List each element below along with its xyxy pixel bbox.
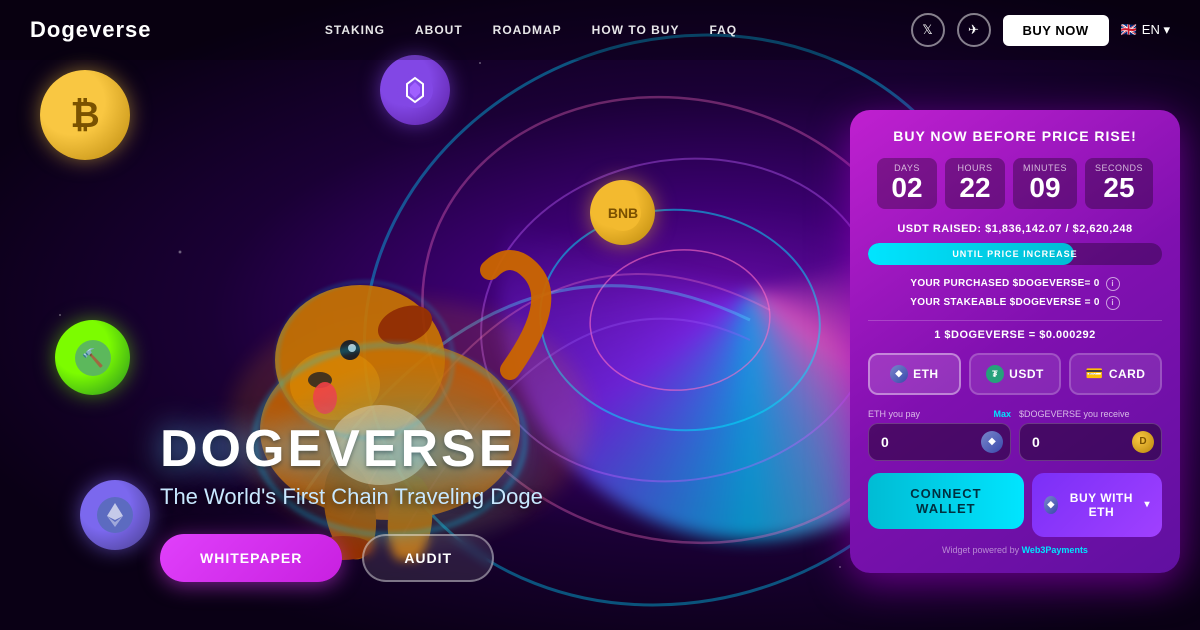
navbar: Dogeverse STAKING ABOUT ROADMAP HOW TO B…	[0, 0, 1200, 60]
minutes-value: 09	[1023, 173, 1067, 204]
flag-icon: 🇬🇧	[1121, 22, 1137, 38]
eth-currency-icon: ◆	[981, 431, 1003, 453]
eth-input-wrapper: ◆	[868, 423, 1011, 461]
buy-eth-icon: ◆	[1044, 496, 1058, 514]
audit-button[interactable]: AUDIT	[362, 534, 494, 582]
seconds-value: 25	[1095, 173, 1143, 204]
card-pay-button[interactable]: 💳 CARD	[1069, 353, 1162, 395]
hero-content: DOGEVERSE The World's First Chain Travel…	[160, 419, 543, 510]
divider	[868, 320, 1162, 321]
buy-now-nav-button[interactable]: BUY NOW	[1003, 15, 1109, 46]
price-row: 1 $DOGEVERSE = $0.000292	[868, 329, 1162, 341]
eth-pay-input-label: ETH you pay	[868, 409, 920, 419]
widget-footer: Widget powered by Web3Payments	[868, 545, 1162, 555]
hammer-coin: 🔨	[55, 320, 130, 395]
widget-title: BUY NOW BEFORE PRICE RISE!	[868, 128, 1162, 144]
usdt-pay-label: USDT	[1009, 367, 1044, 381]
language-button[interactable]: 🇬🇧 EN ▾	[1121, 22, 1170, 38]
eth-input-group: ETH you pay Max ◆	[868, 409, 1011, 461]
ethereum-coin	[80, 480, 150, 550]
cta-buttons: WHITEPAPER AUDIT	[160, 534, 494, 582]
footer-text: Widget powered by	[942, 545, 1022, 555]
eth-input-label: ETH you pay Max	[868, 409, 1011, 419]
payment-buttons: ◆ ETH ₮ USDT 💳 CARD	[868, 353, 1162, 395]
action-buttons-row: CONNECT WALLET ◆ BUY WITH ETH ▾	[868, 473, 1162, 537]
lang-label: EN ▾	[1142, 22, 1170, 38]
whitepaper-button[interactable]: WHITEPAPER	[160, 534, 342, 582]
purchased-info-icon[interactable]: i	[1106, 277, 1120, 291]
usdt-raised: USDT RAISED: $1,836,142.07 / $2,620,248	[868, 223, 1162, 235]
eth-pay-icon: ◆	[890, 365, 908, 383]
purchased-row: YOUR PURCHASED $DOGEVERSE= 0 i	[868, 277, 1162, 291]
nav-faq[interactable]: FAQ	[709, 23, 737, 37]
nav-links: STAKING ABOUT ROADMAP HOW TO BUY FAQ	[325, 21, 737, 39]
svg-text:🔨: 🔨	[81, 347, 103, 368]
buy-with-eth-button[interactable]: ◆ BUY WITH ETH ▾	[1032, 473, 1162, 537]
card-pay-label: CARD	[1109, 367, 1146, 381]
nav-roadmap[interactable]: ROADMAP	[493, 23, 562, 37]
buy-widget: BUY NOW BEFORE PRICE RISE! Days 02 Hours…	[850, 110, 1180, 573]
days-value: 02	[887, 173, 927, 204]
stakeable-label: YOUR STAKEABLE $DOGEVERSE = 0	[910, 297, 1099, 308]
countdown-minutes: Minutes 09	[1013, 158, 1077, 209]
countdown-days: Days 02	[877, 158, 937, 209]
progress-label: UNTIL PRICE INCREASE	[868, 243, 1162, 265]
buy-eth-label: BUY WITH ETH	[1064, 491, 1138, 519]
progress-bar-container: UNTIL PRICE INCREASE	[868, 243, 1162, 265]
polygon-coin	[380, 55, 450, 125]
stakeable-info-icon[interactable]: i	[1106, 296, 1120, 310]
purchased-label: YOUR PURCHASED $DOGEVERSE= 0	[910, 278, 1099, 289]
nav-staking[interactable]: STAKING	[325, 23, 385, 37]
card-pay-icon: 💳	[1086, 365, 1104, 382]
countdown-seconds: Seconds 25	[1085, 158, 1153, 209]
bitcoin-coin: ₿	[40, 70, 130, 160]
dogeverse-input-wrapper: D	[1019, 423, 1162, 461]
eth-pay-label: ETH	[913, 367, 939, 381]
web3payments-brand[interactable]: Web3Payments	[1022, 545, 1088, 555]
countdown: Days 02 Hours 22 Minutes 09 Seconds 25	[868, 158, 1162, 209]
buy-eth-chevron-icon: ▾	[1144, 499, 1150, 510]
stakeable-row: YOUR STAKEABLE $DOGEVERSE = 0 i	[868, 296, 1162, 310]
telegram-button[interactable]: ✈	[957, 13, 991, 47]
dogeverse-input-label: $DOGEVERSE you receive	[1019, 409, 1162, 419]
hours-value: 22	[955, 173, 995, 204]
nav-how-to-buy[interactable]: HOW TO BUY	[592, 23, 680, 37]
usdt-pay-icon: ₮	[986, 365, 1004, 383]
connect-wallet-button[interactable]: CONNECT WALLET	[868, 473, 1024, 529]
logo: Dogeverse	[30, 17, 152, 43]
usdt-pay-button[interactable]: ₮ USDT	[969, 353, 1062, 395]
dogeverse-input-group: $DOGEVERSE you receive D	[1019, 409, 1162, 461]
purchase-info: YOUR PURCHASED $DOGEVERSE= 0 i YOUR STAK…	[868, 277, 1162, 310]
input-row: ETH you pay Max ◆ $DOGEVERSE you receive…	[868, 409, 1162, 461]
dogeverse-receive-label: $DOGEVERSE you receive	[1019, 409, 1130, 419]
hero-title: DOGEVERSE	[160, 419, 543, 479]
eth-pay-button[interactable]: ◆ ETH	[868, 353, 961, 395]
countdown-hours: Hours 22	[945, 158, 1005, 209]
hero-subtitle: The World's First Chain Traveling Doge	[160, 484, 543, 510]
nav-right: 𝕏 ✈ BUY NOW 🇬🇧 EN ▾	[911, 13, 1171, 47]
twitter-button[interactable]: 𝕏	[911, 13, 945, 47]
nav-about[interactable]: ABOUT	[415, 23, 463, 37]
dogeverse-currency-icon: D	[1132, 431, 1154, 453]
max-button[interactable]: Max	[993, 409, 1011, 419]
